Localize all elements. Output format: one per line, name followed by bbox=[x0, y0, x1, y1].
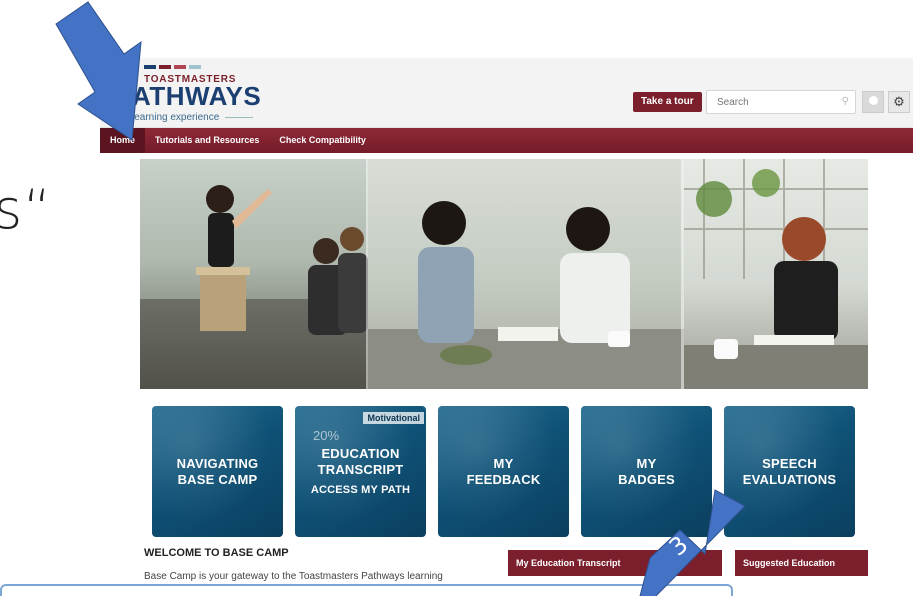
arrow-3 bbox=[639, 489, 746, 596]
slide-canvas: { "slide": { "partial_text": "s“" }, "he… bbox=[0, 0, 913, 596]
annotation-arrows bbox=[55, 1, 746, 596]
